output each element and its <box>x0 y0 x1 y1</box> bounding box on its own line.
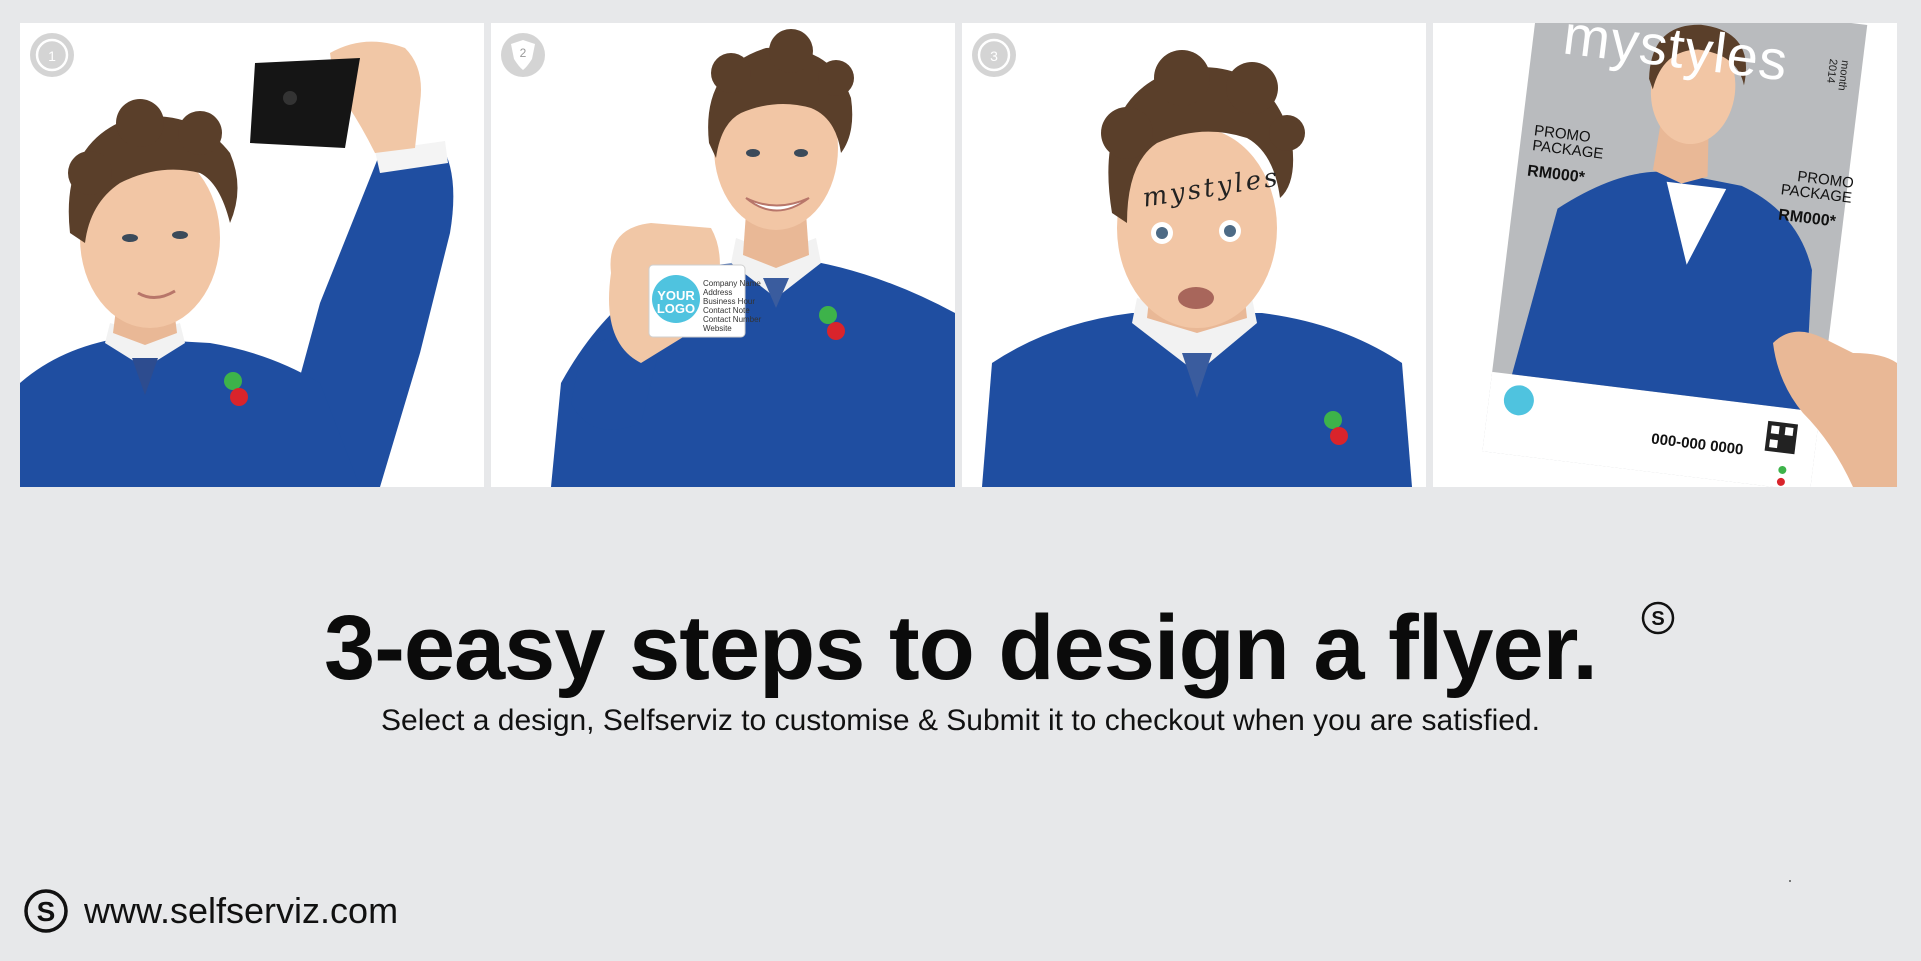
svg-text:S: S <box>37 896 56 927</box>
decorative-dot <box>1789 880 1791 882</box>
selfie-photo <box>20 23 484 487</box>
svg-text:S: S <box>1651 608 1664 630</box>
card-details: Company Name Address Business Hour Conta… <box>703 279 761 333</box>
step-2-panel[interactable]: YOUR LOGO Company Name Address Business … <box>491 23 955 487</box>
business-card-photo <box>491 23 955 487</box>
svg-text:2: 2 <box>520 46 527 60</box>
footer-website-link[interactable]: www.selfserviz.com <box>84 890 398 932</box>
card-logo: YOUR LOGO <box>654 289 698 315</box>
card-website: Website <box>703 324 732 333</box>
card-address: Address <box>703 288 733 297</box>
step-3-panel[interactable]: mystyles 3 <box>962 23 1426 487</box>
page-headline: 3-easy steps to design a flyer. <box>324 597 1598 699</box>
card-logo-line2: LOGO <box>656 301 696 316</box>
selfserviz-logo-icon[interactable]: S <box>23 888 69 934</box>
shield-2-icon: 2 <box>501 33 545 77</box>
selfserviz-mark-icon: S <box>1641 601 1675 635</box>
card-contact-number: Contact Number <box>703 315 762 324</box>
flyer-preview-panel[interactable]: mystyles month 2014 PROMO PACKAGE RM000*… <box>1433 23 1897 487</box>
card-business-hour: Business Hour <box>703 297 756 306</box>
card-contact-note: Contact Note <box>703 306 750 315</box>
circle-1-icon: 1 <box>30 33 74 77</box>
svg-text:1: 1 <box>48 48 56 64</box>
steps-gallery: 1 YOUR LOGO Company Name Address Busines… <box>20 23 1898 487</box>
at-symbol-icon: 3 <box>972 33 1016 77</box>
forehead-brand-photo <box>962 23 1426 487</box>
page-subheadline: Select a design, Selfserviz to customise… <box>381 704 1540 737</box>
step-1-panel[interactable]: 1 <box>20 23 484 487</box>
svg-text:3: 3 <box>990 48 998 64</box>
card-company-name: Company Name <box>703 279 761 288</box>
